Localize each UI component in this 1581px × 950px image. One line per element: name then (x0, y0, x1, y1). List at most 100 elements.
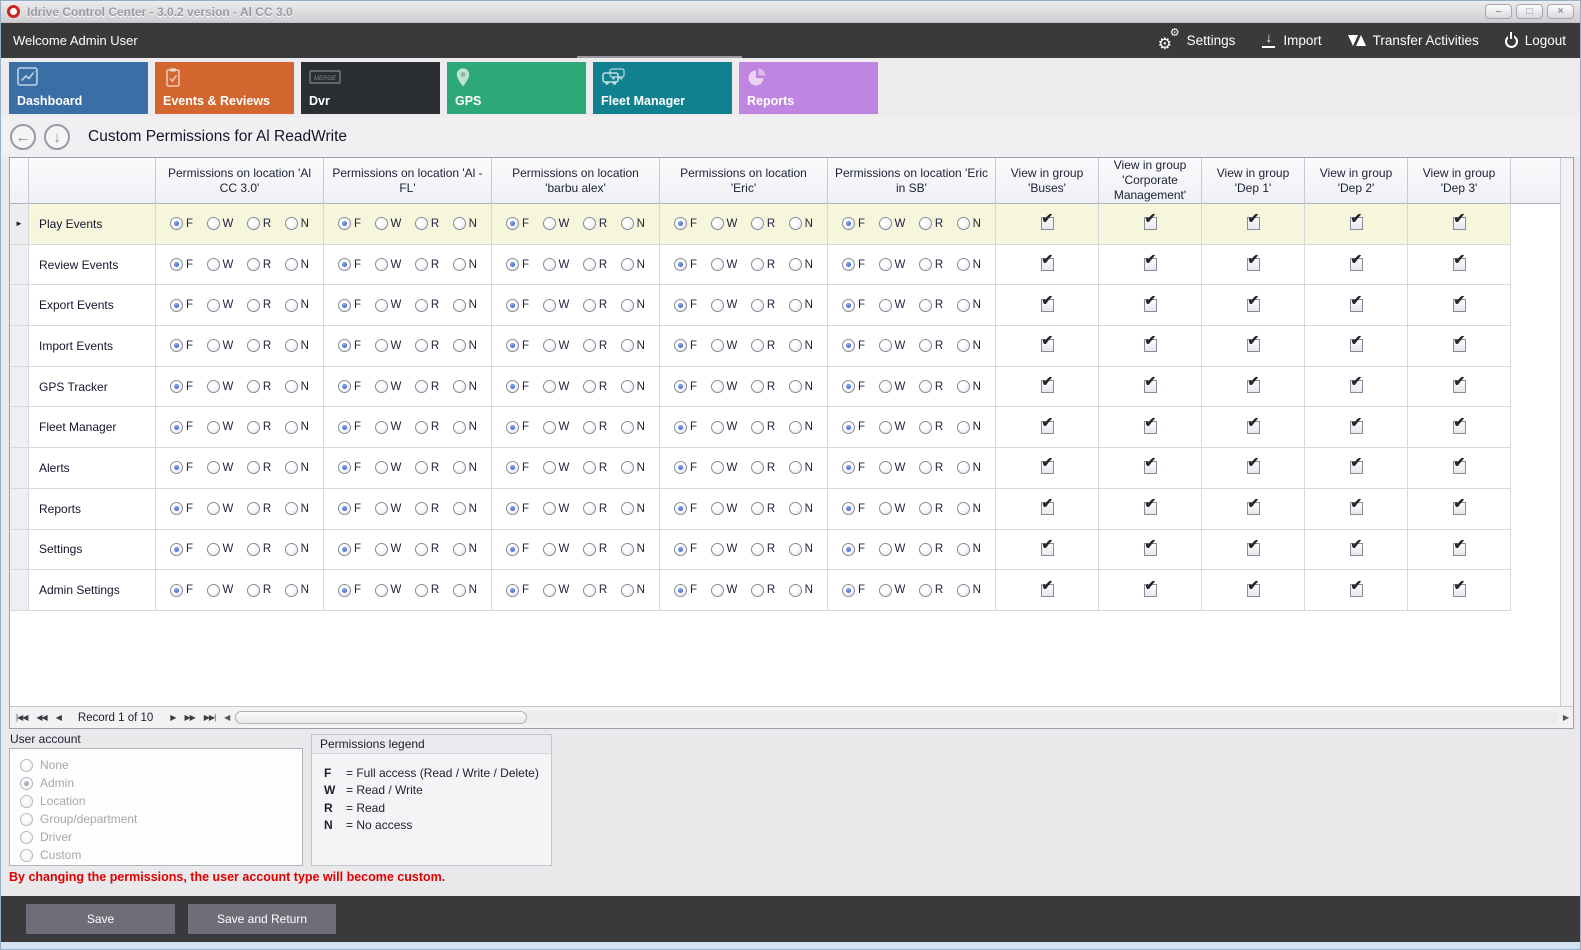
view-checkbox[interactable]: ✔ (1350, 461, 1363, 474)
radio-option-r[interactable]: R (415, 543, 439, 556)
radio-icon[interactable] (453, 258, 466, 271)
radio-option-n[interactable]: N (453, 258, 477, 271)
radio-option-w[interactable]: W (375, 299, 402, 312)
radio-icon[interactable] (285, 217, 298, 230)
row-label[interactable]: Play Events (29, 204, 156, 245)
row-label[interactable]: Settings (29, 530, 156, 571)
radio-icon[interactable] (711, 258, 724, 271)
radio-icon[interactable] (957, 421, 970, 434)
radio-option-f[interactable]: F (338, 258, 361, 271)
radio-icon[interactable] (621, 258, 634, 271)
transfer-activities-button[interactable]: Transfer Activities (1348, 33, 1479, 49)
radio-option-f[interactable]: F (842, 461, 865, 474)
radio-icon[interactable] (415, 461, 428, 474)
radio-option-f[interactable]: F (170, 258, 193, 271)
radio-icon[interactable] (919, 339, 932, 352)
radio-icon[interactable] (338, 584, 351, 597)
radio-icon[interactable] (583, 461, 596, 474)
radio-option-f[interactable]: F (506, 543, 529, 556)
nav-prev-page-button[interactable]: ◀◀ (36, 714, 46, 722)
radio-option-r[interactable]: R (247, 502, 271, 515)
radio-icon[interactable] (621, 461, 634, 474)
scrollbar-track[interactable] (234, 711, 1559, 724)
radio-icon[interactable] (170, 421, 183, 434)
radio-icon[interactable] (842, 380, 855, 393)
radio-option-w[interactable]: W (543, 339, 570, 352)
radio-option-f[interactable]: F (170, 217, 193, 230)
column-header-group-1[interactable]: View in group 'Buses' (996, 158, 1099, 204)
radio-option-w[interactable]: W (207, 584, 234, 597)
view-checkbox[interactable]: ✔ (1144, 299, 1157, 312)
radio-option-r[interactable]: R (247, 461, 271, 474)
radio-option-r[interactable]: R (751, 299, 775, 312)
view-checkbox[interactable]: ✔ (1247, 217, 1260, 230)
radio-option-w[interactable]: W (879, 421, 906, 434)
radio-option-w[interactable]: W (879, 258, 906, 271)
radio-icon[interactable] (583, 258, 596, 271)
radio-option-w[interactable]: W (375, 258, 402, 271)
radio-option-w[interactable]: W (711, 543, 738, 556)
radio-icon[interactable] (789, 543, 802, 556)
radio-option-r[interactable]: R (247, 421, 271, 434)
radio-icon[interactable] (375, 380, 388, 393)
radio-option-f[interactable]: F (170, 339, 193, 352)
view-checkbox[interactable]: ✔ (1453, 543, 1466, 556)
view-checkbox[interactable]: ✔ (1453, 380, 1466, 393)
back-button[interactable]: ← (10, 124, 36, 150)
view-checkbox[interactable]: ✔ (1247, 380, 1260, 393)
view-checkbox[interactable]: ✔ (1041, 584, 1054, 597)
radio-option-f[interactable]: F (842, 299, 865, 312)
scroll-left-icon[interactable]: ◀ (224, 713, 230, 722)
radio-option-f[interactable]: F (506, 461, 529, 474)
radio-option-w[interactable]: W (207, 502, 234, 515)
nav-first-button[interactable]: |◀◀ (16, 714, 27, 722)
radio-icon[interactable] (621, 217, 634, 230)
radio-icon[interactable] (842, 543, 855, 556)
view-checkbox[interactable]: ✔ (1144, 584, 1157, 597)
radio-option-f[interactable]: F (674, 584, 697, 597)
radio-option-f[interactable]: F (674, 299, 697, 312)
radio-option-w[interactable]: W (375, 461, 402, 474)
tab-gps[interactable]: GPS (447, 62, 586, 114)
radio-icon[interactable] (919, 543, 932, 556)
view-checkbox[interactable]: ✔ (1350, 258, 1363, 271)
radio-icon[interactable] (842, 258, 855, 271)
radio-icon[interactable] (842, 339, 855, 352)
radio-icon[interactable] (338, 421, 351, 434)
radio-icon[interactable] (415, 258, 428, 271)
radio-option-f[interactable]: F (842, 339, 865, 352)
radio-icon[interactable] (543, 217, 556, 230)
radio-option-f[interactable]: F (170, 380, 193, 393)
radio-option-f[interactable]: F (674, 421, 697, 434)
radio-icon[interactable] (919, 502, 932, 515)
nav-last-button[interactable]: ▶▶| (204, 714, 215, 722)
radio-icon[interactable] (207, 584, 220, 597)
radio-icon[interactable] (543, 461, 556, 474)
column-header-location-3[interactable]: Permissions on location 'barbu alex' (492, 158, 660, 204)
radio-icon[interactable] (583, 299, 596, 312)
nav-prev-button[interactable]: ◀ (56, 714, 61, 722)
radio-icon[interactable] (583, 380, 596, 393)
column-header-location-5[interactable]: Permissions on location 'Eric in SB' (828, 158, 996, 204)
radio-option-r[interactable]: R (919, 502, 943, 515)
radio-icon[interactable] (789, 339, 802, 352)
column-header-location-2[interactable]: Permissions on location 'Al - FL' (324, 158, 492, 204)
radio-option-w[interactable]: W (375, 380, 402, 393)
view-checkbox[interactable]: ✔ (1247, 258, 1260, 271)
radio-icon[interactable] (453, 217, 466, 230)
account-option-group-department[interactable]: Group/department (20, 810, 302, 828)
radio-option-n[interactable]: N (621, 543, 645, 556)
radio-icon[interactable] (674, 258, 687, 271)
radio-icon[interactable] (170, 502, 183, 515)
radio-option-r[interactable]: R (751, 339, 775, 352)
radio-option-r[interactable]: R (415, 502, 439, 515)
account-option-driver[interactable]: Driver (20, 828, 302, 846)
radio-icon[interactable] (879, 461, 892, 474)
radio-option-r[interactable]: R (415, 258, 439, 271)
radio-icon[interactable] (751, 258, 764, 271)
nav-next-page-button[interactable]: ▶▶ (184, 714, 194, 722)
row-label[interactable]: Export Events (29, 285, 156, 326)
radio-option-w[interactable]: W (879, 584, 906, 597)
view-checkbox[interactable]: ✔ (1247, 339, 1260, 352)
radio-icon[interactable] (170, 339, 183, 352)
